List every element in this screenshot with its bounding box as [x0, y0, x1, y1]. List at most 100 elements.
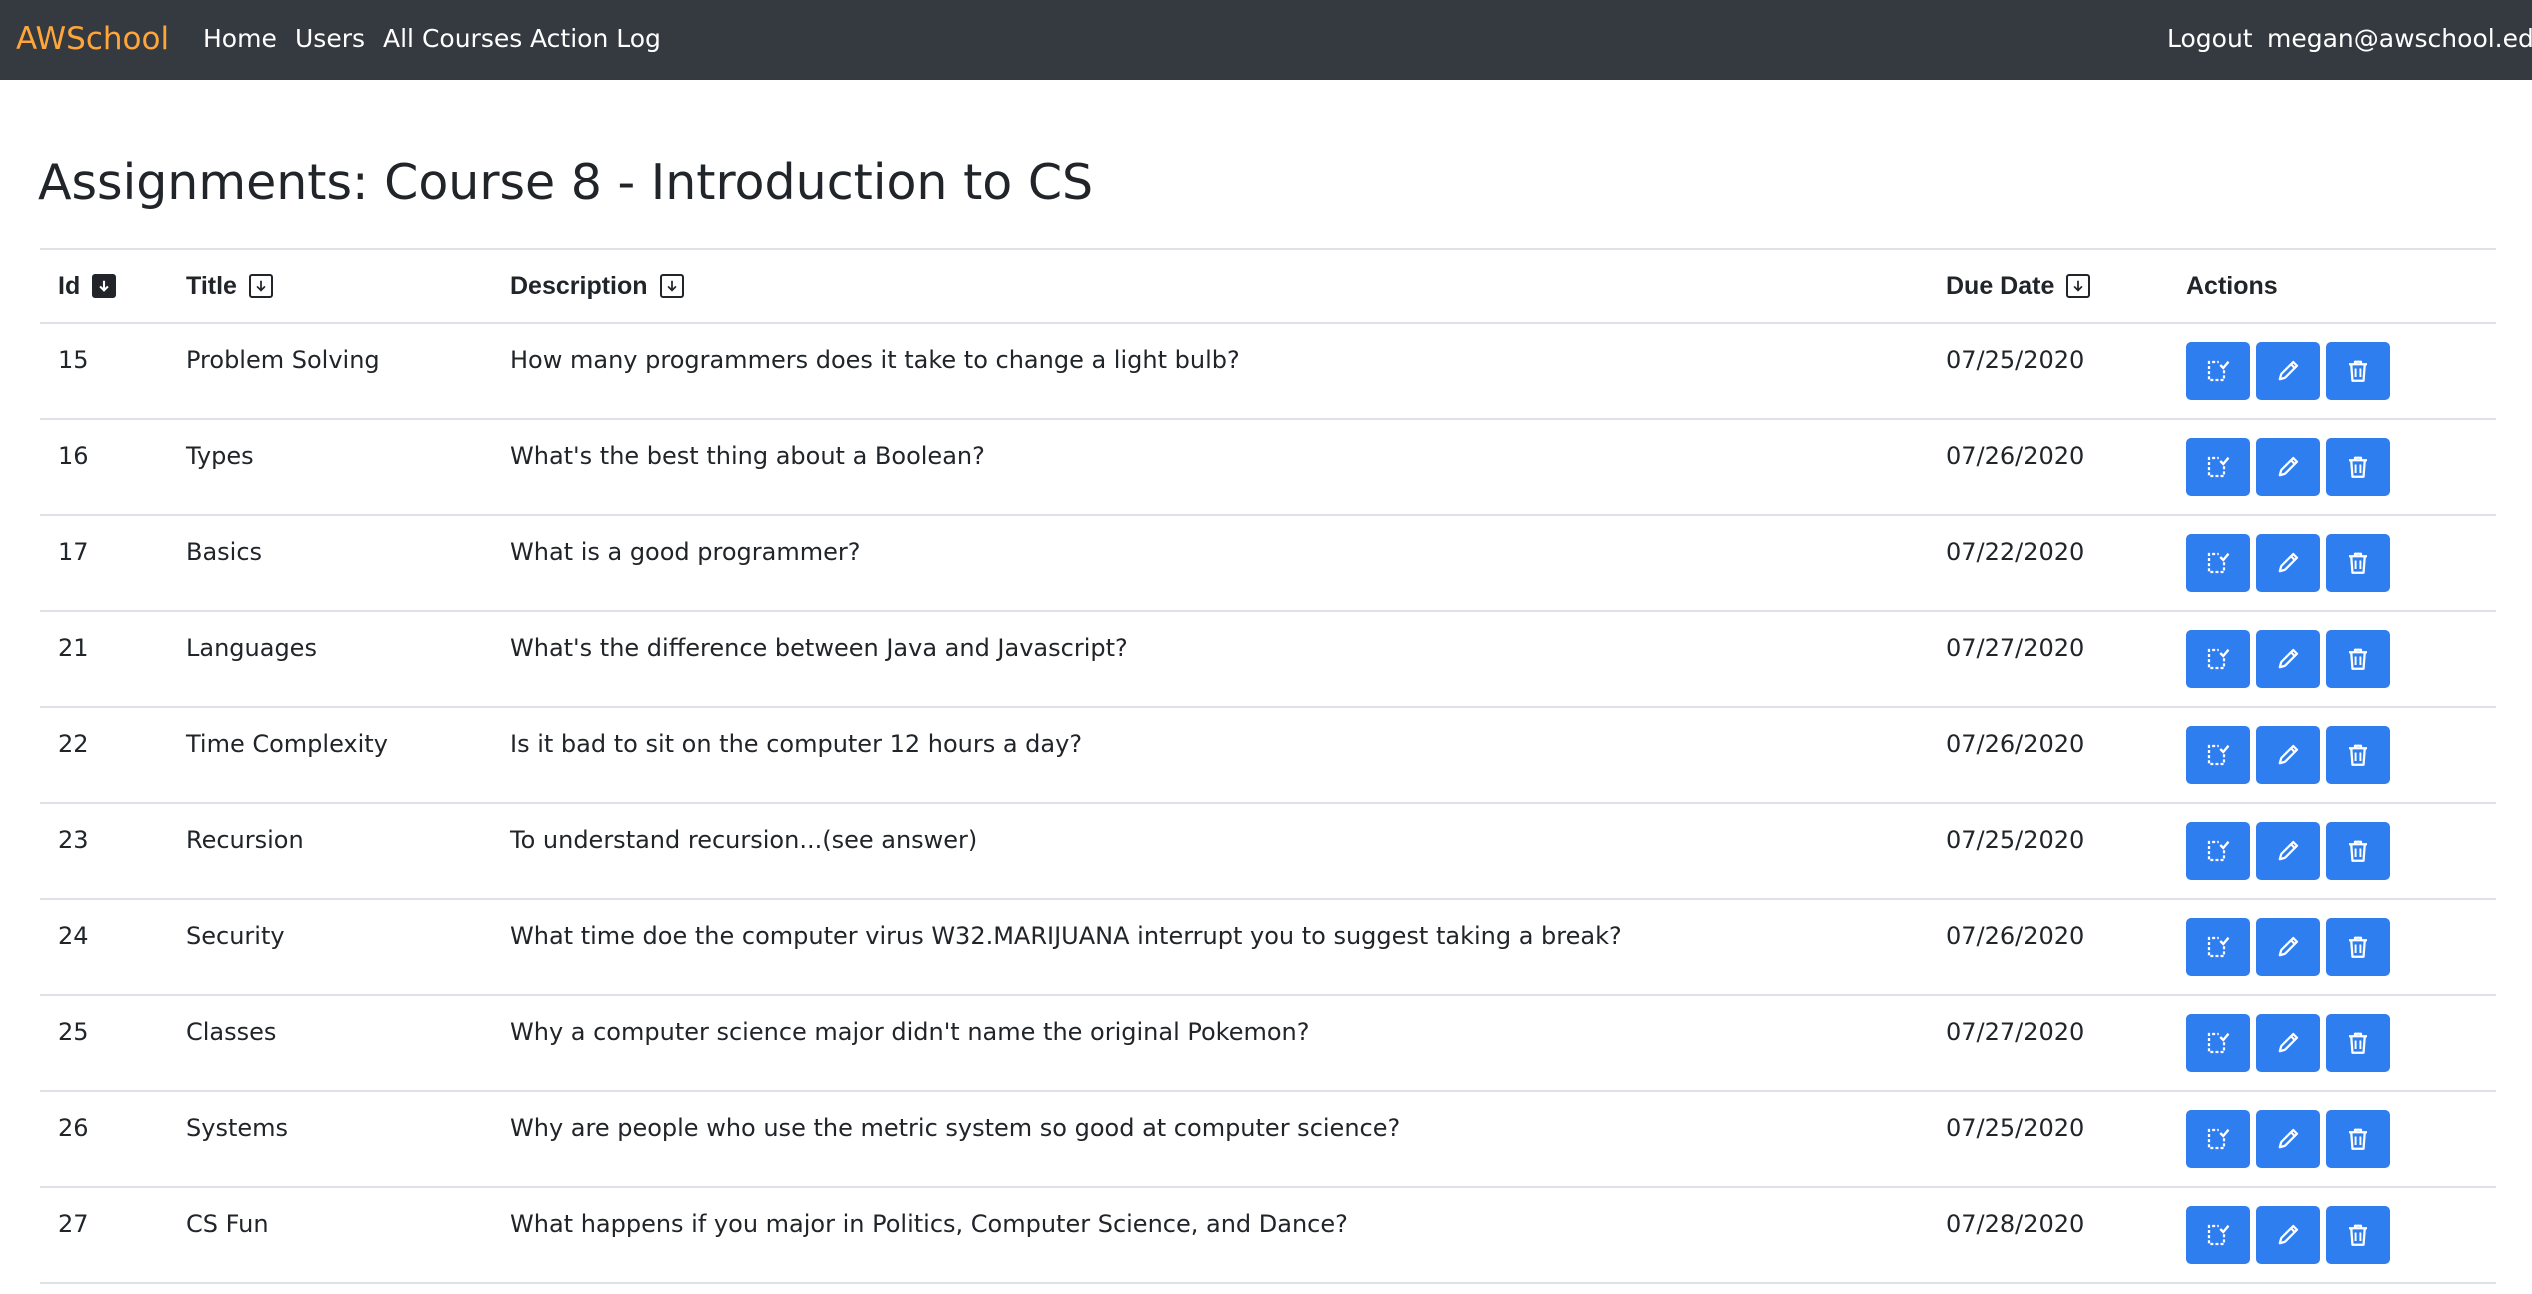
table-row: 25 Classes Why a computer science major di…	[40, 995, 2496, 1092]
cell-title: Basics	[168, 515, 492, 612]
view-submissions-button[interactable]	[2186, 822, 2250, 880]
cell-actions	[2168, 899, 2496, 996]
cell-description: What's the best thing about a Boolean?	[492, 419, 1928, 516]
cell-description: What happens if you major in Politics, C…	[492, 1187, 1928, 1284]
cell-id: 25	[40, 995, 168, 1092]
sort-down-outline-icon[interactable]	[2066, 273, 2091, 298]
view-submissions-button[interactable]	[2186, 1014, 2250, 1072]
cell-due-date: 07/26/2020	[1928, 419, 2168, 516]
cell-due-date: 07/22/2020	[1928, 515, 2168, 612]
delete-assignment-button[interactable]	[2326, 342, 2390, 400]
nav-link-home[interactable]: Home	[203, 19, 277, 59]
cell-due-date: 07/25/2020	[1928, 323, 2168, 420]
cell-actions	[2168, 1187, 2496, 1284]
cell-description: What's the difference between Java and J…	[492, 611, 1928, 708]
view-submissions-button[interactable]	[2186, 1110, 2250, 1168]
cell-title: Languages	[168, 611, 492, 708]
table-row: 24 Security What time doe the computer vir…	[40, 899, 2496, 996]
cell-id: 24	[40, 899, 168, 996]
view-submissions-button[interactable]	[2186, 438, 2250, 496]
delete-assignment-button[interactable]	[2326, 918, 2390, 976]
cell-title: Classes	[168, 995, 492, 1092]
edit-assignment-button[interactable]	[2256, 342, 2320, 400]
cell-due-date: 07/28/2020	[1928, 1187, 2168, 1284]
nav-link-users[interactable]: Users	[295, 19, 365, 59]
column-header-actions: Actions	[2168, 248, 2496, 324]
cell-actions	[2168, 515, 2496, 612]
delete-assignment-button[interactable]	[2326, 1014, 2390, 1072]
table-row: 27 CS Fun What happens if you major in Pol…	[40, 1187, 2496, 1284]
edit-assignment-button[interactable]	[2256, 726, 2320, 784]
cell-id: 17	[40, 515, 168, 612]
cell-id: 21	[40, 611, 168, 708]
cell-due-date: 07/26/2020	[1928, 707, 2168, 804]
column-header-description[interactable]: Description	[492, 248, 1928, 324]
sort-down-outline-icon[interactable]	[248, 273, 273, 298]
delete-assignment-button[interactable]	[2326, 534, 2390, 592]
delete-assignment-button[interactable]	[2326, 438, 2390, 496]
edit-assignment-button[interactable]	[2256, 438, 2320, 496]
column-header-description-label: Description	[510, 271, 648, 300]
view-submissions-button[interactable]	[2186, 342, 2250, 400]
cell-id: 15	[40, 323, 168, 420]
view-submissions-button[interactable]	[2186, 726, 2250, 784]
brand-logo[interactable]: AWSchool	[16, 19, 169, 59]
table-row: 22 Time Complexity Is it bad to sit on the…	[40, 707, 2496, 804]
cell-title: Recursion	[168, 803, 492, 900]
edit-assignment-button[interactable]	[2256, 1206, 2320, 1264]
cell-description: Why are people who use the metric system…	[492, 1091, 1928, 1188]
delete-assignment-button[interactable]	[2326, 1206, 2390, 1264]
table-row: 15 Problem Solving How many programmers do…	[40, 323, 2496, 420]
cell-title: Problem Solving	[168, 323, 492, 420]
edit-assignment-button[interactable]	[2256, 1110, 2320, 1168]
cell-due-date: 07/26/2020	[1928, 899, 2168, 996]
cell-id: 23	[40, 803, 168, 900]
cell-description: What time doe the computer virus W32.MAR…	[492, 899, 1928, 996]
delete-assignment-button[interactable]	[2326, 822, 2390, 880]
delete-assignment-button[interactable]	[2326, 1110, 2390, 1168]
cell-id: 22	[40, 707, 168, 804]
view-submissions-button[interactable]	[2186, 534, 2250, 592]
edit-assignment-button[interactable]	[2256, 822, 2320, 880]
delete-assignment-button[interactable]	[2326, 630, 2390, 688]
view-submissions-button[interactable]	[2186, 630, 2250, 688]
column-header-id-label: Id	[58, 271, 81, 300]
nav-link-action-log[interactable]: Action Log	[530, 19, 661, 59]
delete-assignment-button[interactable]	[2326, 726, 2390, 784]
table-row: 16 Types What's the best thing about a Boo…	[40, 419, 2496, 516]
cell-id: 27	[40, 1187, 168, 1284]
sort-down-filled-icon[interactable]	[92, 273, 117, 298]
table-row: 17 Basics What is a good programmer? 07/22/…	[40, 515, 2496, 612]
column-header-title-label: Title	[186, 271, 237, 300]
nav-link-all-courses[interactable]: All Courses	[383, 19, 522, 59]
edit-assignment-button[interactable]	[2256, 534, 2320, 592]
view-submissions-button[interactable]	[2186, 1206, 2250, 1264]
cell-actions	[2168, 707, 2496, 804]
cell-title: Security	[168, 899, 492, 996]
cell-actions	[2168, 1091, 2496, 1188]
edit-assignment-button[interactable]	[2256, 1014, 2320, 1072]
edit-assignment-button[interactable]	[2256, 918, 2320, 976]
column-header-title[interactable]: Title	[168, 248, 492, 324]
cell-due-date: 07/25/2020	[1928, 1091, 2168, 1188]
logout-link[interactable]: Logout	[2167, 19, 2253, 59]
cell-due-date: 07/27/2020	[1928, 611, 2168, 708]
view-submissions-button[interactable]	[2186, 918, 2250, 976]
sort-down-outline-icon[interactable]	[659, 273, 684, 298]
edit-assignment-button[interactable]	[2256, 630, 2320, 688]
column-header-due-date[interactable]: Due Date	[1928, 248, 2168, 324]
cell-description: Is it bad to sit on the computer 12 hour…	[492, 707, 1928, 804]
cell-description: Why a computer science major didn't name…	[492, 995, 1928, 1092]
user-email-link[interactable]: megan@awschool.edu	[2267, 19, 2532, 59]
cell-due-date: 07/25/2020	[1928, 803, 2168, 900]
cell-title: Types	[168, 419, 492, 516]
table-row: 23 Recursion To understand recursion...(se…	[40, 803, 2496, 900]
table-row: 21 Languages What's the difference between…	[40, 611, 2496, 708]
cell-actions	[2168, 323, 2496, 420]
cell-description: How many programmers does it take to cha…	[492, 323, 1928, 420]
cell-actions	[2168, 611, 2496, 708]
cell-id: 26	[40, 1091, 168, 1188]
cell-id: 16	[40, 419, 168, 516]
column-header-id[interactable]: Id	[40, 248, 168, 324]
page-title: Assignments: Course 8 - Introduction to …	[38, 154, 1094, 211]
